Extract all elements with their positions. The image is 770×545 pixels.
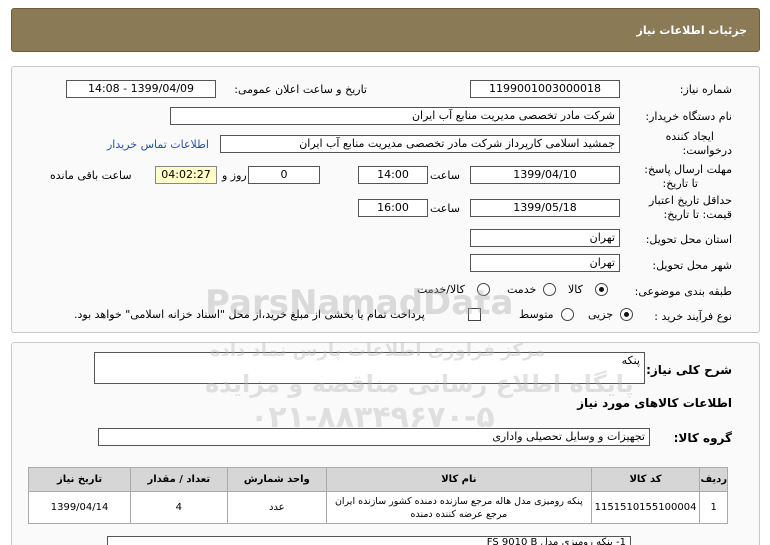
remaining-time-field: 04:02:27 [155,166,217,184]
payment-note: پرداخت تمام یا بخشی از مبلغ خرید،از محل … [74,308,425,321]
announce-label: تاریخ و ساعت اعلان عمومی: [234,83,367,96]
goods-table-header: ردیف کد کالا نام کالا واحد شمارش تعداد /… [27,467,728,492]
announce-field: 1399/04/09 - 14:08 [66,80,216,98]
row-date: 1399/04/14 [27,491,132,524]
validity-time-label: ساعت [430,202,460,215]
need-number-label: شماره نیاز: [679,83,732,96]
goods-group-label: گروه کالا: [673,431,732,445]
col-unit-header: واحد شمارش [226,467,328,492]
description-field: پنکه [94,352,645,384]
creator-label-1: ایجاد کننده [665,130,714,143]
goods-table: ردیف کد کالا نام کالا واحد شمارش تعداد /… [27,467,728,524]
category-option-both: کالا/خدمت [417,283,465,296]
need-number-field: 1199001003000018 [470,80,620,98]
city-field: تهران [470,254,620,272]
validity-label-2: قیمت: تا تاریخ: [663,208,732,221]
process-option-medium: متوسط [519,308,554,321]
creator-label-2: درخواست: [682,144,732,157]
deadline-date-field: 1399/04/10 [470,166,620,184]
page-title: جزئیات اطلاعات نیاز [636,24,748,37]
item-note-field: 1- پنکه رومیزی مدل FS 9010 B [107,536,631,545]
col-date-header: تاریخ نیاز [27,467,132,492]
days-field: 0 [248,166,320,184]
buyer-field: شرکت مادر تخصصی مدیریت منابع آب ایران [170,107,620,125]
buyer-label: نام دستگاه خریدار: [645,110,732,123]
category-option-goods: کالا [568,283,583,296]
category-radio-service[interactable] [543,283,556,296]
row-code: 1151510155100004 [590,491,701,524]
city-label: شهر محل تحویل: [652,259,732,272]
province-label: استان محل تحویل: [645,233,732,246]
goods-info-title: اطلاعات کالاهای مورد نیاز [577,396,732,410]
col-code-header: کد کالا [590,467,701,492]
deadline-time-field: 14:00 [358,166,428,184]
col-row-header: ردیف [699,467,728,492]
description-label: شرح کلی نیاز: [646,363,732,377]
province-field: تهران [470,229,620,247]
days-label: روز و [222,169,247,182]
creator-field: جمشید اسلامی کارپرداز شرکت مادر تخصصی مد… [220,135,620,153]
category-radio-both[interactable] [477,283,490,296]
col-qty-header: تعداد / مقدار [130,467,228,492]
row-index: 1 [699,491,728,524]
validity-label-1: حداقل تاریخ اعتبار [648,194,732,207]
col-name-header: نام کالا [326,467,592,492]
row-name: پنکه رومیزی مدل هاله مرجع سازنده دمنده ک… [326,491,592,524]
deadline-label-1: مهلت ارسال پاسخ: [644,163,732,176]
goods-group-field: تجهیزات و وسایل تحصیلی واداری [98,428,650,446]
table-row: 1 1151510155100004 پنکه رومیزی مدل هاله … [27,491,728,524]
deadline-time-label: ساعت [430,169,460,182]
category-radio-goods[interactable] [595,283,608,296]
deadline-label-2: تا تاریخ: [662,177,698,190]
contact-buyer-link[interactable]: اطلاعات تماس خریدار [107,138,209,151]
process-option-minor: جزیی [588,308,614,321]
payment-checkbox[interactable] [468,308,481,321]
category-label: طبقه بندی موضوعی: [634,285,732,298]
row-unit: عدد [226,491,328,524]
process-radio-medium[interactable] [561,308,574,321]
category-option-service: خدمت [507,283,537,296]
remaining-label: ساعت باقی مانده [50,169,132,182]
validity-time-field: 16:00 [358,199,428,217]
row-qty: 4 [130,491,228,524]
process-radio-minor[interactable] [620,308,633,321]
process-label: نوع فرآیند خرید : [654,310,732,323]
validity-date-field: 1399/05/18 [470,199,620,217]
page-header: جزئیات اطلاعات نیاز [11,8,760,52]
